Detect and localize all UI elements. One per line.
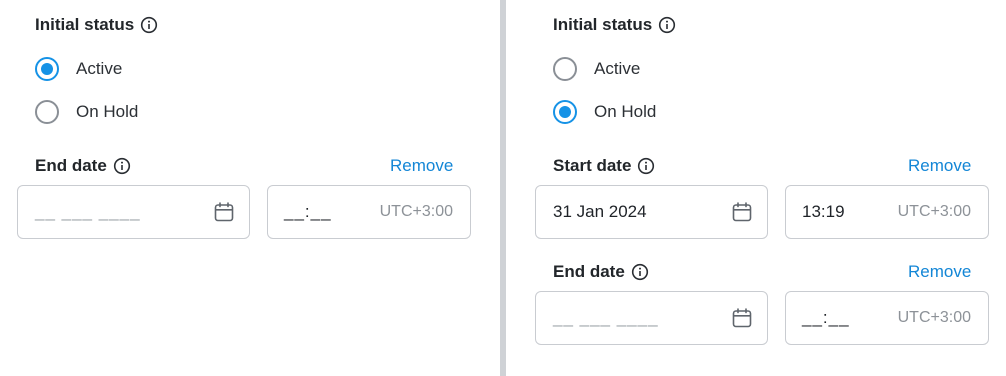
start-date-input[interactable]: 31 Jan 2024 [535,185,768,239]
start-time-input[interactable]: 13:19 UTC+3:00 [785,185,989,239]
end-date-heading: End date [35,156,131,176]
radio-option-on-hold[interactable]: On Hold [553,100,656,124]
timezone-label: UTC+3:00 [897,203,971,220]
end-date-input[interactable]: __ ___ ____ [17,185,250,239]
start-date-title: Start date [553,156,632,175]
info-icon[interactable] [658,16,676,34]
radio-option-on-hold[interactable]: On Hold [35,100,138,124]
end-date-heading: End date [553,262,649,282]
end-time-placeholder: __:__ [284,202,332,221]
radio-button-on-hold[interactable] [553,100,577,124]
end-date-title: End date [35,156,107,175]
calendar-icon[interactable] [731,307,753,329]
end-date-input[interactable]: __ ___ ____ [535,291,768,345]
end-date-remove-link[interactable]: Remove [390,156,453,176]
radio-button-active[interactable] [553,57,577,81]
radio-label-on-hold: On Hold [594,102,657,121]
end-date-title: End date [553,262,625,281]
timezone-label: UTC+3:00 [897,309,971,326]
radio-label-active: Active [594,59,641,78]
end-date-placeholder: __ ___ ____ [35,202,141,221]
initial-status-heading: Initial status [35,15,158,35]
radio-button-active[interactable] [35,57,59,81]
radio-option-active[interactable]: Active [553,57,640,81]
radio-option-active[interactable]: Active [35,57,122,81]
initial-status-title: Initial status [553,15,653,34]
info-icon[interactable] [140,16,158,34]
radio-label-on-hold: On Hold [76,102,139,121]
radio-button-on-hold[interactable] [35,100,59,124]
info-icon[interactable] [637,157,655,175]
end-date-remove-link[interactable]: Remove [908,262,971,282]
start-date-remove-link[interactable]: Remove [908,156,971,176]
left-panel: Initial status Active On Hold End date R… [0,0,500,376]
info-icon[interactable] [113,157,131,175]
start-date-heading: Start date [553,156,655,176]
info-icon[interactable] [631,263,649,281]
right-panel: Initial status Active On Hold Start date… [506,0,1006,376]
timezone-label: UTC+3:00 [379,203,453,220]
end-time-input[interactable]: __:__ UTC+3:00 [267,185,471,239]
start-date-value: 31 Jan 2024 [553,202,647,221]
calendar-icon[interactable] [213,201,235,223]
end-time-placeholder: __:__ [802,308,850,327]
radio-label-active: Active [76,59,123,78]
start-time-value: 13:19 [802,202,845,221]
initial-status-heading: Initial status [553,15,676,35]
end-date-placeholder: __ ___ ____ [553,308,659,327]
end-time-input[interactable]: __:__ UTC+3:00 [785,291,989,345]
calendar-icon[interactable] [731,201,753,223]
initial-status-title: Initial status [35,15,135,34]
